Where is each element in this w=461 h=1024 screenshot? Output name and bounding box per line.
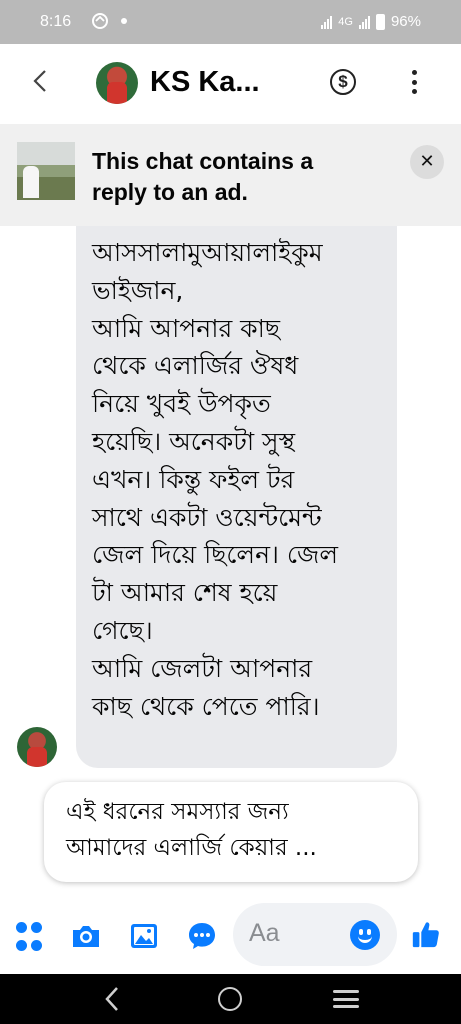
status-notification-icons <box>90 11 128 31</box>
chevron-left-icon <box>33 70 46 92</box>
camera-icon[interactable] <box>70 920 102 952</box>
message-line: হয়েছি। অনেকটা সুস্থ <box>92 426 296 456</box>
dot-icon <box>121 18 127 24</box>
nav-back-icon[interactable] <box>104 986 120 1012</box>
dollar-circle-icon[interactable]: $ <box>330 69 356 95</box>
message-line: জেল দিয়ে ছিলেন। জেল <box>92 540 339 570</box>
back-button[interactable] <box>30 66 54 98</box>
battery-level: 96% <box>390 13 421 30</box>
sender-avatar[interactable] <box>17 727 57 767</box>
message-line: আমি আপনার কাছ <box>92 313 281 343</box>
contact-avatar[interactable] <box>96 62 138 104</box>
message-line: টা আমার শেষ হয়ে <box>92 578 278 608</box>
emoji-icon[interactable] <box>350 920 380 950</box>
signal-icon <box>321 15 333 29</box>
reply-preview-bubble[interactable]: এই ধরনের সমস্যার জন্য আমাদের এলার্জি কেয… <box>44 782 418 882</box>
status-bar: 8:16 4G 96% <box>0 0 461 44</box>
signal-icon-2 <box>358 15 370 29</box>
message-composer: Aa <box>0 900 461 972</box>
network-type: 4G <box>338 15 353 28</box>
message-line: নিয়ে খুবই উপকৃত <box>92 389 271 419</box>
message-line: আমি জেলটা আপনার <box>92 653 313 683</box>
nav-home-icon[interactable] <box>218 987 242 1011</box>
message-line: থেকে এলার্জির ঔষধ <box>92 351 299 381</box>
contact-name[interactable]: KS Ka... <box>150 66 260 99</box>
message-line: এখন। কিন্তু ফইল টর <box>92 464 295 494</box>
gallery-icon[interactable] <box>128 920 160 952</box>
chat-bubble-icon[interactable] <box>186 920 218 952</box>
message-line: ভাইজান, <box>92 275 184 305</box>
data-saver-icon <box>92 13 108 29</box>
nav-recents-icon[interactable] <box>333 990 359 1008</box>
thumbs-up-icon[interactable] <box>410 918 442 950</box>
status-time: 8:16 <box>40 13 72 30</box>
message-input[interactable]: Aa <box>233 903 397 966</box>
battery-icon <box>375 13 385 30</box>
message-input-placeholder: Aa <box>249 919 280 947</box>
more-vertical-icon[interactable] <box>410 70 418 94</box>
status-right: 4G 96% <box>321 13 421 30</box>
system-navigation-bar <box>0 974 461 1024</box>
ad-thumbnail[interactable] <box>17 142 75 200</box>
ad-banner-text: This chat contains a reply to an ad. <box>92 148 314 205</box>
reply-line: এই ধরনের সমস্যার জন্য <box>66 799 289 825</box>
received-message-bubble[interactable]: আসসালামুআয়ালাইকুম ভাইজান, আমি আপনার কাছ… <box>76 226 397 768</box>
menu-grid-icon[interactable] <box>16 922 48 954</box>
chat-header: KS Ka... $ <box>0 44 461 122</box>
message-line: আসসালামুআয়ালাইকুম <box>92 238 323 267</box>
ad-reply-banner: This chat contains a reply to an ad. ✕ <box>0 124 461 226</box>
close-icon[interactable]: ✕ <box>410 145 444 179</box>
message-line: সাথে একটা ওয়েন্টমেন্ট <box>92 502 322 532</box>
message-line: কাছ থেকে পেতে পারি। <box>92 691 320 721</box>
reply-line: আমাদের এলার্জি কেয়ার ... <box>66 835 317 861</box>
message-line: গেছে। <box>92 615 153 645</box>
